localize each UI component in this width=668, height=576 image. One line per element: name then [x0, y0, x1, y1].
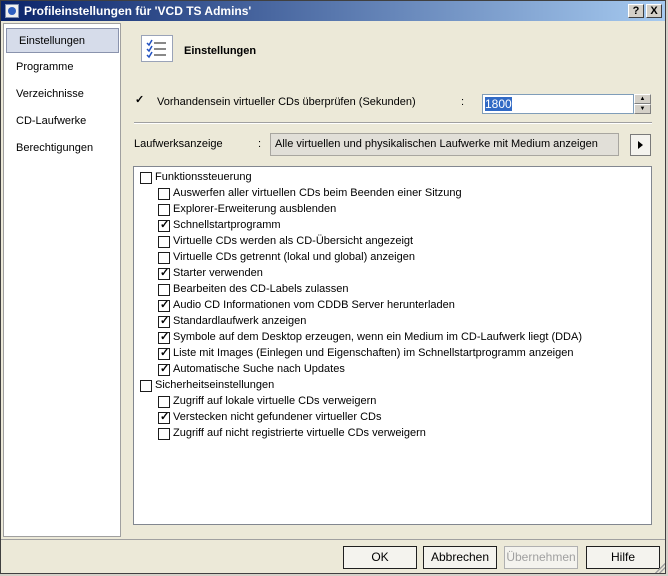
checkmark-icon: ✓ — [160, 347, 170, 359]
app-icon — [5, 4, 19, 18]
help-button-titlebar[interactable]: ? — [628, 4, 644, 18]
checkmark-icon: ✓ — [160, 219, 170, 231]
setting-label: Symbole auf dem Desktop erzeugen, wenn e… — [173, 331, 583, 343]
setting-checkbox[interactable] — [158, 204, 170, 216]
setting-label: Bearbeiten des CD-Labels zulassen — [173, 283, 349, 295]
checkmark-icon: ✓ — [160, 411, 170, 423]
apply-button[interactable]: Übernehmen — [504, 546, 578, 569]
setting-checkbox[interactable] — [158, 428, 170, 440]
checkmark-icon: ✓ — [160, 363, 170, 375]
setting-checkbox[interactable] — [158, 284, 170, 296]
divider — [134, 122, 652, 124]
profile-settings-window: Profileinstellungen für 'VCD TS Admins' … — [0, 0, 666, 574]
checkmark-icon: ✓ — [160, 267, 170, 279]
setting-checkbox[interactable]: ✓ — [158, 219, 170, 232]
resize-grip-icon[interactable] — [655, 563, 665, 573]
setting-checkbox[interactable]: ✓ — [158, 331, 170, 344]
sidebar: Einstellungen Programme Verzeichnisse CD… — [3, 23, 121, 537]
ok-button[interactable]: OK — [343, 546, 417, 569]
window-title: Profileinstellungen für 'VCD TS Admins' — [24, 4, 252, 18]
checkmark-icon: ✓ — [160, 299, 170, 311]
sidebar-item-cd-laufwerke[interactable]: CD-Laufwerke — [4, 109, 120, 134]
help-button[interactable]: Hilfe — [586, 546, 660, 569]
setting-label: Schnellstartprogramm — [173, 219, 281, 231]
settings-list: Funktionssteuerung Auswerfen aller virtue… — [133, 166, 652, 525]
sidebar-item-einstellungen[interactable]: Einstellungen — [6, 28, 119, 53]
sidebar-item-verzeichnisse[interactable]: Verzeichnisse — [4, 82, 120, 107]
setting-label: Audio CD Informationen vom CDDB Server h… — [173, 299, 455, 311]
setting-checkbox[interactable]: ✓ — [158, 347, 170, 360]
group-label: Funktionssteuerung — [155, 171, 252, 183]
setting-label: Automatische Suche nach Updates — [173, 363, 345, 375]
check-virtual-separator: : — [461, 96, 465, 108]
group-checkbox[interactable] — [140, 172, 152, 184]
button-bar-divider — [1, 539, 665, 540]
setting-label: Explorer-Erweiterung ausblenden — [173, 203, 337, 215]
setting-checkbox[interactable]: ✓ — [158, 267, 170, 280]
sidebar-item-berechtigungen[interactable]: Berechtigungen — [4, 136, 120, 161]
group-label: Sicherheitseinstellungen — [155, 379, 275, 391]
checkmark-icon: ✓ — [160, 315, 170, 327]
setting-label: Liste mit Images (Einlegen und Eigenscha… — [173, 347, 574, 359]
setting-label: Zugriff auf nicht registrierte virtuelle… — [173, 427, 426, 439]
setting-label: Verstecken nicht gefundener virtueller C… — [173, 411, 382, 423]
setting-label: Zugriff auf lokale virtuelle CDs verweig… — [173, 395, 377, 407]
group-checkbox[interactable] — [140, 380, 152, 392]
setting-checkbox[interactable]: ✓ — [158, 363, 170, 376]
setting-label: Standardlaufwerk anzeigen — [173, 315, 307, 327]
sidebar-item-programme[interactable]: Programme — [4, 55, 120, 80]
setting-checkbox[interactable] — [158, 188, 170, 200]
seconds-input[interactable]: 1800 — [482, 94, 634, 114]
drive-display-label: Laufwerksanzeige — [134, 138, 223, 150]
checkmark-icon: ✓ — [160, 331, 170, 343]
title-bar[interactable]: Profileinstellungen für 'VCD TS Admins' … — [1, 1, 665, 21]
setting-label: Virtuelle CDs getrennt (lokal und global… — [173, 251, 415, 263]
seconds-stepper[interactable]: ▲ ▼ — [634, 94, 651, 114]
page-title: Einstellungen — [184, 45, 257, 57]
setting-checkbox[interactable]: ✓ — [158, 315, 170, 328]
arrow-right-icon[interactable] — [630, 134, 651, 156]
setting-checkbox[interactable]: ✓ — [158, 411, 170, 424]
checklist-icon — [141, 35, 173, 62]
setting-checkbox[interactable] — [158, 236, 170, 248]
check-virtual-checkbox[interactable]: ✓ — [134, 94, 146, 108]
spin-up-icon[interactable]: ▲ — [634, 94, 651, 104]
setting-checkbox[interactable]: ✓ — [158, 299, 170, 312]
setting-checkbox[interactable] — [158, 252, 170, 264]
drive-display-field[interactable]: Alle virtuellen und physikalischen Laufw… — [270, 133, 619, 156]
spin-down-icon[interactable]: ▼ — [634, 104, 651, 114]
setting-label: Auswerfen aller virtuellen CDs beim Been… — [173, 187, 462, 199]
setting-label: Starter verwenden — [173, 267, 263, 279]
close-button[interactable]: X — [646, 4, 662, 18]
setting-checkbox[interactable] — [158, 396, 170, 408]
drive-display-separator: : — [258, 138, 262, 150]
cancel-button[interactable]: Abbrechen — [423, 546, 497, 569]
setting-label: Virtuelle CDs werden als CD-Übersicht an… — [173, 235, 414, 247]
check-virtual-label: Vorhandensein virtueller CDs überprüfen … — [157, 96, 416, 108]
